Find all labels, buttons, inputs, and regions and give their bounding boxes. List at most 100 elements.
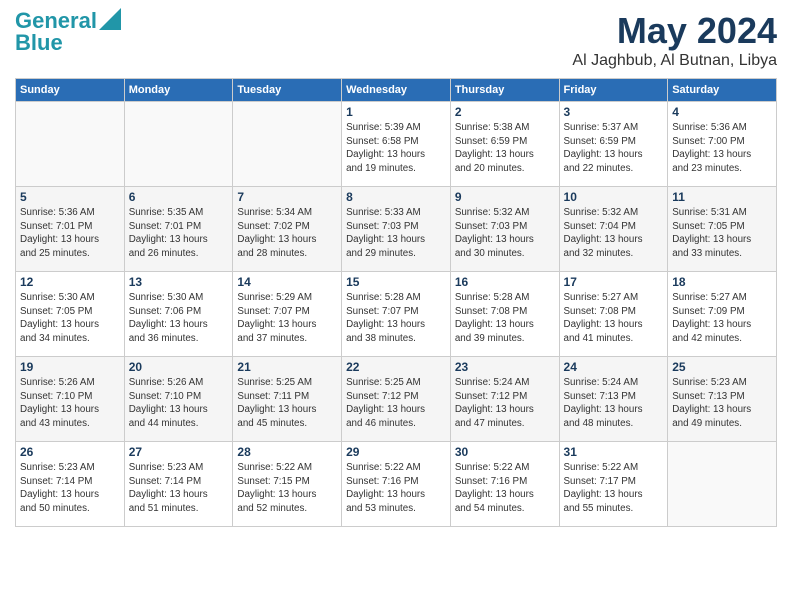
col-sunday: Sunday [16,79,125,102]
day-number: 19 [20,360,120,374]
calendar-cell: 7 Sunrise: 5:34 AM Sunset: 7:02 PM Daylig… [233,187,342,272]
calendar-cell: 18 Sunrise: 5:27 AM Sunset: 7:09 PM Dayli… [668,272,777,357]
day-info: Sunrise: 5:25 AM Sunset: 7:11 PM Dayligh… [237,376,337,431]
logo-icon [99,8,121,30]
day-info: Sunrise: 5:23 AM Sunset: 7:14 PM Dayligh… [129,461,229,516]
calendar-cell: 23 Sunrise: 5:24 AM Sunset: 7:12 PM Dayli… [450,357,559,442]
page-header: General Blue May 2024 Al Jaghbub, Al But… [15,10,777,70]
col-monday: Monday [124,79,233,102]
calendar-cell: 29Sunrise: 5:22 AM Sunset: 7:16 PM Dayli… [342,442,451,527]
day-number: 24 [564,360,664,374]
day-number: 27 [129,445,229,459]
col-friday: Friday [559,79,668,102]
day-info: Sunrise: 5:28 AM Sunset: 7:08 PM Dayligh… [455,291,555,346]
calendar-cell: 22 Sunrise: 5:25 AM Sunset: 7:12 PM Dayli… [342,357,451,442]
day-number: 17 [564,275,664,289]
calendar-cell: 11Sunrise: 5:31 AM Sunset: 7:05 PM Dayli… [668,187,777,272]
day-info: Sunrise: 5:27 AM Sunset: 7:08 PM Dayligh… [564,291,664,346]
day-info: Sunrise: 5:30 AM Sunset: 7:06 PM Dayligh… [129,291,229,346]
day-number: 15 [346,275,446,289]
day-info: Sunrise: 5:23 AM Sunset: 7:14 PM Dayligh… [20,461,120,516]
calendar-cell: 31 Sunrise: 5:22 AM Sunset: 7:17 PM Dayli… [559,442,668,527]
calendar-cell: 16Sunrise: 5:28 AM Sunset: 7:08 PM Dayli… [450,272,559,357]
col-tuesday: Tuesday [233,79,342,102]
day-info: Sunrise: 5:22 AM Sunset: 7:16 PM Dayligh… [455,461,555,516]
calendar-cell: 1 Sunrise: 5:39 AM Sunset: 6:58 PM Daylig… [342,102,451,187]
day-number: 6 [129,190,229,204]
day-info: Sunrise: 5:29 AM Sunset: 7:07 PM Dayligh… [237,291,337,346]
day-number: 29 [346,445,446,459]
calendar-week-2: 5Sunrise: 5:36 AM Sunset: 7:01 PM Daylig… [16,187,777,272]
day-info: Sunrise: 5:39 AM Sunset: 6:58 PM Dayligh… [346,121,446,176]
col-thursday: Thursday [450,79,559,102]
day-info: Sunrise: 5:31 AM Sunset: 7:05 PM Dayligh… [672,206,772,261]
day-number: 22 [346,360,446,374]
logo: General Blue [15,10,121,56]
day-info: Sunrise: 5:24 AM Sunset: 7:13 PM Dayligh… [564,376,664,431]
day-number: 26 [20,445,120,459]
day-info: Sunrise: 5:26 AM Sunset: 7:10 PM Dayligh… [20,376,120,431]
day-number: 8 [346,190,446,204]
calendar-cell [124,102,233,187]
calendar-cell: 3Sunrise: 5:37 AM Sunset: 6:59 PM Daylig… [559,102,668,187]
col-wednesday: Wednesday [342,79,451,102]
calendar-header-row: Sunday Monday Tuesday Wednesday Thursday… [16,79,777,102]
calendar-cell: 9Sunrise: 5:32 AM Sunset: 7:03 PM Daylig… [450,187,559,272]
logo-text: General [15,10,97,32]
calendar-week-5: 26 Sunrise: 5:23 AM Sunset: 7:14 PM Dayli… [16,442,777,527]
day-number: 31 [564,445,664,459]
day-info: Sunrise: 5:26 AM Sunset: 7:10 PM Dayligh… [129,376,229,431]
day-info: Sunrise: 5:22 AM Sunset: 7:15 PM Dayligh… [237,461,337,516]
day-info: Sunrise: 5:23 AM Sunset: 7:13 PM Dayligh… [672,376,772,431]
calendar-cell [16,102,125,187]
day-number: 12 [20,275,120,289]
calendar-week-3: 12 Sunrise: 5:30 AM Sunset: 7:05 PM Dayli… [16,272,777,357]
calendar-title: May 2024 [572,10,777,52]
calendar-cell: 25Sunrise: 5:23 AM Sunset: 7:13 PM Dayli… [668,357,777,442]
col-saturday: Saturday [668,79,777,102]
day-info: Sunrise: 5:36 AM Sunset: 7:00 PM Dayligh… [672,121,772,176]
day-number: 21 [237,360,337,374]
day-info: Sunrise: 5:30 AM Sunset: 7:05 PM Dayligh… [20,291,120,346]
calendar-cell: 4 Sunrise: 5:36 AM Sunset: 7:00 PM Daylig… [668,102,777,187]
day-info: Sunrise: 5:25 AM Sunset: 7:12 PM Dayligh… [346,376,446,431]
calendar-cell: 12 Sunrise: 5:30 AM Sunset: 7:05 PM Dayli… [16,272,125,357]
calendar-cell: 14 Sunrise: 5:29 AM Sunset: 7:07 PM Dayli… [233,272,342,357]
calendar-cell: 28Sunrise: 5:22 AM Sunset: 7:15 PM Dayli… [233,442,342,527]
day-info: Sunrise: 5:32 AM Sunset: 7:04 PM Dayligh… [564,206,664,261]
day-number: 3 [564,105,664,119]
calendar-cell: 6Sunrise: 5:35 AM Sunset: 7:01 PM Daylig… [124,187,233,272]
day-number: 14 [237,275,337,289]
day-info: Sunrise: 5:27 AM Sunset: 7:09 PM Dayligh… [672,291,772,346]
day-info: Sunrise: 5:24 AM Sunset: 7:12 PM Dayligh… [455,376,555,431]
calendar-cell: 15 Sunrise: 5:28 AM Sunset: 7:07 PM Dayli… [342,272,451,357]
day-info: Sunrise: 5:28 AM Sunset: 7:07 PM Dayligh… [346,291,446,346]
day-number: 10 [564,190,664,204]
calendar-location: Al Jaghbub, Al Butnan, Libya [572,52,777,70]
calendar-cell: 21 Sunrise: 5:25 AM Sunset: 7:11 PM Dayli… [233,357,342,442]
day-info: Sunrise: 5:38 AM Sunset: 6:59 PM Dayligh… [455,121,555,176]
day-number: 30 [455,445,555,459]
day-number: 2 [455,105,555,119]
calendar-cell: 10 Sunrise: 5:32 AM Sunset: 7:04 PM Dayli… [559,187,668,272]
day-info: Sunrise: 5:33 AM Sunset: 7:03 PM Dayligh… [346,206,446,261]
title-block: May 2024 Al Jaghbub, Al Butnan, Libya [572,10,777,70]
calendar-cell: 20Sunrise: 5:26 AM Sunset: 7:10 PM Dayli… [124,357,233,442]
day-info: Sunrise: 5:22 AM Sunset: 7:17 PM Dayligh… [564,461,664,516]
day-number: 18 [672,275,772,289]
calendar-cell: 2 Sunrise: 5:38 AM Sunset: 6:59 PM Daylig… [450,102,559,187]
day-number: 7 [237,190,337,204]
day-number: 4 [672,105,772,119]
calendar-cell: 13Sunrise: 5:30 AM Sunset: 7:06 PM Dayli… [124,272,233,357]
day-number: 1 [346,105,446,119]
day-info: Sunrise: 5:34 AM Sunset: 7:02 PM Dayligh… [237,206,337,261]
calendar-cell: 26 Sunrise: 5:23 AM Sunset: 7:14 PM Dayli… [16,442,125,527]
calendar-cell: 19 Sunrise: 5:26 AM Sunset: 7:10 PM Dayli… [16,357,125,442]
calendar-cell: 24 Sunrise: 5:24 AM Sunset: 7:13 PM Dayli… [559,357,668,442]
day-number: 23 [455,360,555,374]
calendar-cell [233,102,342,187]
day-number: 5 [20,190,120,204]
day-info: Sunrise: 5:32 AM Sunset: 7:03 PM Dayligh… [455,206,555,261]
calendar-week-4: 19 Sunrise: 5:26 AM Sunset: 7:10 PM Dayli… [16,357,777,442]
calendar-cell: 5Sunrise: 5:36 AM Sunset: 7:01 PM Daylig… [16,187,125,272]
